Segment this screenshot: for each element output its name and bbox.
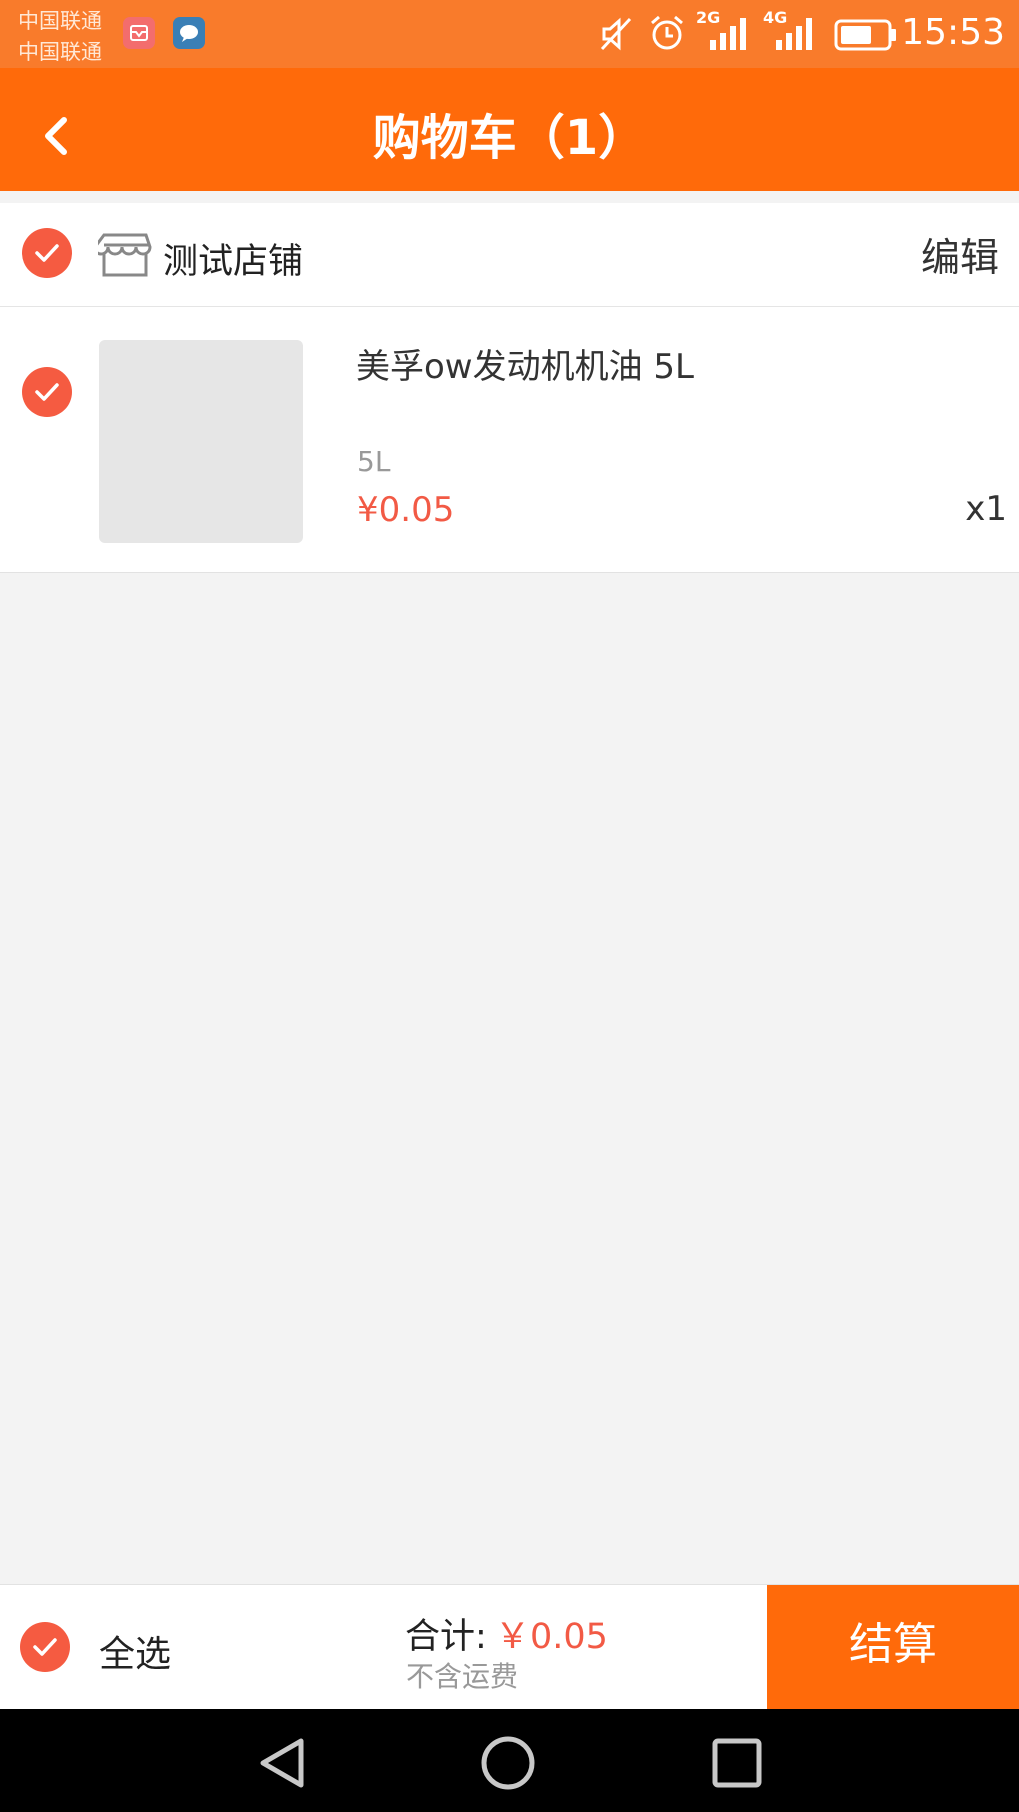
- signal-icon: [710, 18, 746, 50]
- recents-square-icon[interactable]: [709, 1735, 765, 1791]
- carrier-label-2: 中国联通: [18, 40, 102, 64]
- product-thumbnail[interactable]: [99, 340, 303, 543]
- shop-header: 测试店铺 编辑: [0, 203, 1019, 307]
- checkmark-icon: [33, 1638, 57, 1656]
- store-icon: [98, 233, 152, 277]
- product-spec: 5L: [357, 445, 391, 478]
- carrier-info: 中国联通 中国联通: [18, 6, 102, 68]
- clock: 15:53: [901, 12, 1005, 53]
- cart-item[interactable]: 美孚ow发动机机油 5L 5L ¥0.05 x1: [0, 307, 1019, 573]
- home-circle-icon[interactable]: [480, 1735, 536, 1791]
- edit-button[interactable]: 编辑: [921, 227, 999, 283]
- shipping-note: 不含运费: [406, 1660, 519, 1693]
- mail-notification-icon: [123, 17, 155, 49]
- item-select-checkbox[interactable]: [22, 367, 72, 417]
- product-name[interactable]: 美孚ow发动机机油 5L: [356, 339, 694, 388]
- checkmark-icon: [35, 383, 59, 401]
- total-label: 合计:: [405, 1617, 487, 1657]
- carrier-label-1: 中国联通: [18, 9, 102, 33]
- page-title: 购物车（1）: [372, 110, 647, 166]
- status-bar: 中国联通 中国联通 2G 4G 15:53: [0, 0, 1019, 68]
- product-quantity: x1: [965, 489, 1007, 529]
- battery-icon: [834, 19, 896, 51]
- back-triangle-icon[interactable]: [255, 1735, 311, 1791]
- header-bar: 购物车（1）: [0, 68, 1019, 191]
- select-all-label[interactable]: 全选: [99, 1625, 171, 1677]
- shop-name[interactable]: 测试店铺: [163, 233, 303, 284]
- checkmark-icon: [35, 244, 59, 262]
- shop-select-checkbox[interactable]: [22, 228, 72, 278]
- checkout-bar: 全选 合计: ￥0.05 不含运费 结算: [0, 1584, 1019, 1710]
- signal-icon: [776, 18, 812, 50]
- total-amount: ￥0.05: [495, 1617, 608, 1657]
- divider: [0, 191, 1019, 203]
- system-navigation-bar: [0, 1709, 1019, 1812]
- checkout-button[interactable]: 结算: [767, 1585, 1019, 1710]
- select-all-checkbox[interactable]: [20, 1622, 70, 1672]
- alarm-icon: [651, 15, 683, 50]
- product-price: ¥0.05: [357, 490, 455, 530]
- chat-notification-icon: [173, 17, 205, 49]
- mute-icon: [600, 17, 632, 51]
